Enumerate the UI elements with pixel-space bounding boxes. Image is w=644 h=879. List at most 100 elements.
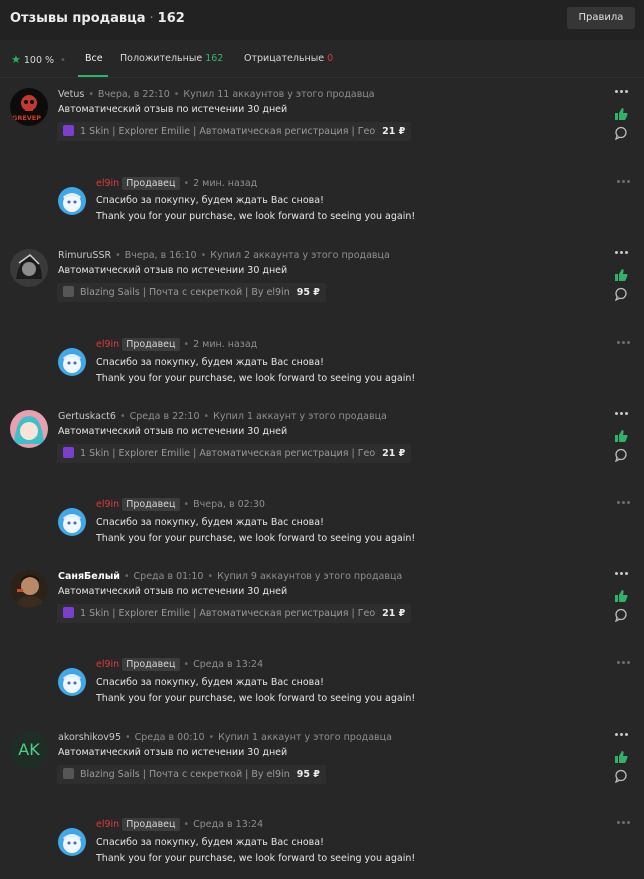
review-text: Автоматический отзыв по истечении 30 дне… xyxy=(58,586,288,597)
review-meta: Gertuskact6 • Среда в 22:10 • Купил 1 аккаун… xyxy=(58,411,387,422)
thumbs-up-icon[interactable] xyxy=(614,107,628,121)
reply-text-en: Thank you for your purchase, we look for… xyxy=(96,373,416,384)
username[interactable]: СаняБелый xyxy=(58,571,120,582)
reply-text-en: Thank you for your purchase, we look for… xyxy=(96,853,416,864)
more-options-icon[interactable] xyxy=(616,659,632,667)
thumbs-up-icon[interactable] xyxy=(614,750,628,764)
rules-button[interactable]: Правила xyxy=(567,7,635,29)
person-photo-icon xyxy=(14,575,46,608)
seller-name[interactable]: el9in xyxy=(96,178,119,189)
username[interactable]: RimuruSSR xyxy=(58,250,111,261)
username[interactable]: Gertuskact6 xyxy=(58,411,116,422)
thumbs-up-icon[interactable] xyxy=(614,589,628,603)
more-options-icon[interactable] xyxy=(614,410,630,418)
more-options-icon[interactable] xyxy=(614,249,630,257)
reply-meta: el9in Продавец • 2 мин. назад xyxy=(96,338,258,351)
anime-avatar-icon xyxy=(63,193,81,212)
tab-negative-label: Отрицательные xyxy=(244,53,325,64)
page-header: Отзывы продавца · 162 Правила xyxy=(0,0,644,40)
anime-avatar-icon xyxy=(63,354,81,373)
separator-dot: · xyxy=(149,11,154,26)
reply-time: Среда в 13:24 xyxy=(193,659,264,670)
game-icon xyxy=(63,768,74,779)
username[interactable]: Vetus xyxy=(58,89,84,100)
review-time: Вчера, в 16:10 xyxy=(124,250,197,261)
more-options-icon[interactable] xyxy=(616,178,632,186)
reply-text-ru: Спасибо за покупку, будем ждать Вас снов… xyxy=(96,517,324,528)
fortnite-icon xyxy=(63,447,74,458)
page-title: Отзывы продавца · 162 xyxy=(10,11,185,26)
review-text: Автоматический отзыв по истечении 30 дне… xyxy=(58,747,288,758)
seller-name[interactable]: el9in xyxy=(96,659,119,670)
purchase-info: Купил 9 аккаунтов у этого продавца xyxy=(217,571,403,582)
seller-avatar[interactable] xyxy=(58,508,86,536)
username[interactable]: akorshikov95 xyxy=(58,732,121,743)
seller-name[interactable]: el9in xyxy=(96,339,119,350)
review-time: Среда в 22:10 xyxy=(129,411,200,422)
avatar[interactable] xyxy=(10,410,48,448)
review-meta: Vetus • Вчера, в 22:10 • Купил 11 аккаунтов … xyxy=(58,89,375,100)
review-meta: СаняБелый • Среда в 01:10 • Купил 9 аккаунто… xyxy=(58,571,403,582)
product-price: 95 ₽ xyxy=(296,769,320,780)
tab-all[interactable]: Все xyxy=(85,53,103,64)
reply-meta: el9in Продавец • Вчера, в 02:30 xyxy=(96,498,265,511)
reply-text-ru: Спасибо за покупку, будем ждать Вас снов… xyxy=(96,195,324,206)
fortnite-icon xyxy=(63,607,74,618)
reply-time: 2 мин. назад xyxy=(193,339,258,350)
product-link[interactable]: Blazing Sails | Почта с секреткой | By e… xyxy=(57,283,326,302)
seller-name[interactable]: el9in xyxy=(96,819,119,830)
product-price: 21 ₽ xyxy=(382,448,406,459)
product-price: 21 ₽ xyxy=(382,608,406,619)
product-price: 95 ₽ xyxy=(296,287,320,298)
tab-negative[interactable]: Отрицательные 0 xyxy=(244,53,333,64)
seller-name[interactable]: el9in xyxy=(96,499,119,510)
comment-icon[interactable] xyxy=(614,287,628,301)
avatar[interactable] xyxy=(10,570,48,608)
anime-girl-avatar-icon xyxy=(14,416,44,444)
comment-icon[interactable] xyxy=(614,126,628,140)
product-link[interactable]: 1 Skin | Explorer Emilie | Автоматическа… xyxy=(57,444,412,463)
review-text: Автоматический отзыв по истечении 30 дне… xyxy=(58,426,288,437)
thumbs-up-icon[interactable] xyxy=(614,429,628,443)
product-title: Blazing Sails | Почта с секреткой | By e… xyxy=(80,287,290,298)
rating-value: 100 % xyxy=(23,55,55,66)
reply-time: Вчера, в 02:30 xyxy=(193,499,265,510)
review-meta: RimuruSSR • Вчера, в 16:10 • Купил 2 аккаунт… xyxy=(58,250,390,261)
purchase-info: Купил 1 аккаунт у этого продавца xyxy=(213,411,387,422)
more-options-icon[interactable] xyxy=(616,819,632,827)
more-options-icon[interactable] xyxy=(614,731,630,739)
anime-avatar-icon xyxy=(63,834,81,853)
star-icon: ★ xyxy=(11,53,21,66)
reply-text-en: Thank you for your purchase, we look for… xyxy=(96,533,416,544)
anime-avatar-icon xyxy=(63,514,81,533)
separator-dot: • xyxy=(60,55,66,66)
product-link[interactable]: 1 Skin | Explorer Emilie | Автоматическа… xyxy=(57,604,412,623)
review-time: Среда в 01:10 xyxy=(133,571,204,582)
review-time: Среда в 00:10 xyxy=(134,732,205,743)
reply-text-en: Thank you for your purchase, we look for… xyxy=(96,211,416,222)
more-options-icon[interactable] xyxy=(614,570,630,578)
seller-avatar[interactable] xyxy=(58,187,86,215)
avatar[interactable]: AK xyxy=(10,731,48,769)
more-options-icon[interactable] xyxy=(616,339,632,347)
product-price: 21 ₽ xyxy=(382,126,406,137)
thumbs-up-icon[interactable] xyxy=(614,268,628,282)
seller-avatar[interactable] xyxy=(58,668,86,696)
more-options-icon[interactable] xyxy=(614,88,630,96)
product-link[interactable]: Blazing Sails | Почта с секреткой | By e… xyxy=(57,765,326,784)
more-options-icon[interactable] xyxy=(616,499,632,507)
seller-badge: Продавец xyxy=(122,177,180,190)
avatar[interactable]: GREVEP xyxy=(10,88,48,126)
avatar[interactable] xyxy=(10,249,48,287)
seller-avatar[interactable] xyxy=(58,828,86,856)
tab-positive[interactable]: Положительные 162 xyxy=(120,53,223,64)
review-count: 162 xyxy=(157,11,185,26)
product-link[interactable]: 1 Skin | Explorer Emilie | Автоматическа… xyxy=(57,122,412,141)
avatar-initials: AK xyxy=(18,740,40,759)
anime-sketch-avatar-icon xyxy=(16,254,42,279)
comment-icon[interactable] xyxy=(614,448,628,462)
positive-count: 162 xyxy=(205,53,224,64)
comment-icon[interactable] xyxy=(614,769,628,783)
comment-icon[interactable] xyxy=(614,608,628,622)
seller-avatar[interactable] xyxy=(58,348,86,376)
